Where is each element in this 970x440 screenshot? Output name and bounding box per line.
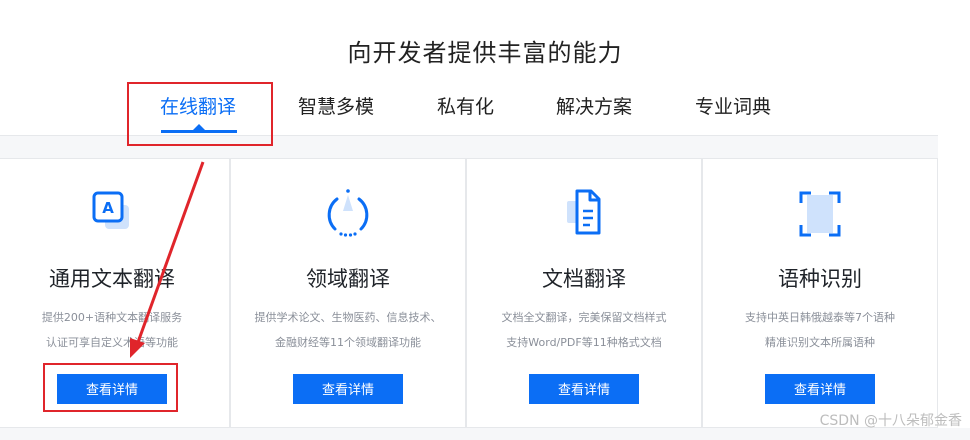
domain-translate-icon: [231, 187, 465, 241]
card-domain-translate: 领域翻译 提供学术论文、生物医药、信息技术、 金融财经等11个领域翻译功能 查看…: [230, 158, 466, 428]
card-desc-line: 金融财经等11个领域翻译功能: [275, 336, 421, 349]
tab-smart-multimodal[interactable]: 智慧多模: [298, 92, 374, 132]
document-translate-icon: [467, 187, 701, 241]
card-description: 提供200+语种文本翻译服务 认证可享自定义术语等功能: [5, 305, 219, 355]
card-description: 提供学术论文、生物医药、信息技术、 金融财经等11个领域翻译功能: [241, 305, 455, 355]
card-desc-line: 文档全文翻译，完美保留文档样式: [501, 311, 667, 324]
view-details-button[interactable]: 查看详情: [529, 374, 639, 404]
svg-text:A: A: [102, 199, 114, 217]
card-desc-line: 支持Word/PDF等11种格式文档: [506, 336, 662, 349]
card-title: 领域翻译: [306, 267, 390, 291]
card-document-translate: 文档翻译 文档全文翻译，完美保留文档样式 支持Word/PDF等11种格式文档 …: [466, 158, 702, 428]
card-title: 语种识别: [778, 267, 862, 291]
watermark: CSDN @十八朵郁金香: [819, 413, 962, 429]
card-desc-line: 提供200+语种文本翻译服务: [41, 311, 183, 324]
text-translate-icon: A: [0, 187, 229, 241]
annotation-box-button: [43, 363, 178, 412]
tab-professional-dictionary[interactable]: 专业词典: [695, 92, 771, 132]
tab-private-deployment[interactable]: 私有化: [437, 92, 494, 132]
view-details-button[interactable]: 查看详情: [765, 374, 875, 404]
card-description: 支持中英日韩俄越泰等7个语种 精准识别文本所属语种: [713, 305, 927, 355]
card-description: 文档全文翻译，完美保留文档样式 支持Word/PDF等11种格式文档: [477, 305, 691, 355]
card-language-detect: 语种识别 支持中英日韩俄越泰等7个语种 精准识别文本所属语种 查看详情: [702, 158, 938, 428]
card-desc-line: 认证可享自定义术语等功能: [46, 336, 178, 349]
card-desc-line: 提供学术论文、生物医药、信息技术、: [254, 311, 442, 324]
language-detect-icon: [703, 187, 937, 241]
section-heading: 向开发者提供丰富的能力: [347, 39, 623, 67]
card-desc-line: 精准识别文本所属语种: [765, 336, 875, 349]
card-title: 文档翻译: [542, 267, 626, 291]
annotation-box-tab: [127, 82, 273, 146]
view-details-button[interactable]: 查看详情: [293, 374, 403, 404]
card-desc-line: 支持中英日韩俄越泰等7个语种: [745, 311, 895, 324]
tab-solutions[interactable]: 解决方案: [556, 92, 632, 132]
card-title: 通用文本翻译: [49, 267, 175, 291]
